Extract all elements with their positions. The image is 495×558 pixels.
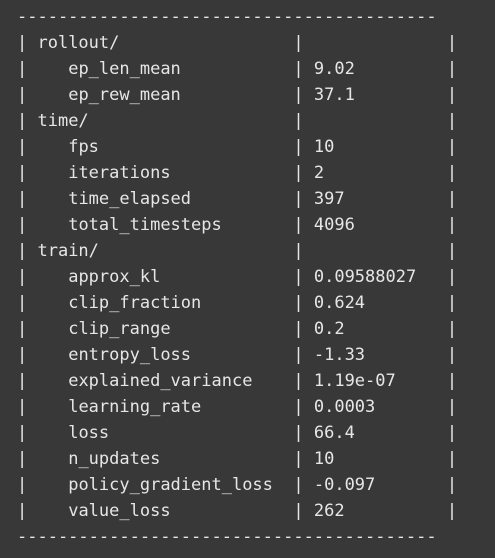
metric-value: 0.09588027 <box>313 267 417 287</box>
metric-key: n_updates <box>68 449 161 469</box>
metric-value: -0.097 <box>313 475 376 495</box>
metric-key: value_loss <box>68 501 171 521</box>
section-header-row: | rollout/ | | <box>17 33 458 53</box>
metric-key: clip_range <box>68 319 171 339</box>
metric-value: 2 <box>313 163 325 183</box>
metric-key: loss <box>68 423 110 443</box>
metric-row: | n_updates | 10 | <box>17 449 458 469</box>
metric-row: | total_timesteps | 4096 | <box>17 215 458 235</box>
metric-value: 0.0003 <box>313 397 376 417</box>
section-header-row: | time/ | | <box>17 111 458 131</box>
metric-value: 0.2 <box>313 319 345 339</box>
metric-key: entropy_loss <box>68 345 192 365</box>
metric-row: | ep_len_mean | 9.02 | <box>17 59 458 79</box>
metric-key: clip_fraction <box>68 293 202 313</box>
metric-key: iterations <box>68 163 171 183</box>
metric-key: total_timesteps <box>68 215 222 235</box>
section-header-row: | train/ | | <box>17 241 458 261</box>
metric-key: explained_variance <box>68 371 253 391</box>
metric-value: 262 <box>313 501 345 521</box>
top-border: ----------------------------------------… <box>17 7 437 27</box>
metric-value: 37.1 <box>313 85 355 105</box>
metric-value: 66.4 <box>313 423 355 443</box>
metric-row: | explained_variance | 1.19e-07 | <box>17 371 458 391</box>
metric-value: 10 <box>313 449 335 469</box>
metric-key: learning_rate <box>68 397 202 417</box>
metric-value: 4096 <box>313 215 355 235</box>
metric-value: 9.02 <box>313 59 355 79</box>
metric-value: 1.19e-07 <box>313 371 396 391</box>
section-title: time/ <box>37 111 89 131</box>
metric-value: 10 <box>313 137 335 157</box>
section-title: rollout/ <box>37 33 120 53</box>
metric-key: ep_rew_mean <box>68 85 181 105</box>
metric-value: 0.624 <box>313 293 366 313</box>
metric-row: | clip_range | 0.2 | <box>17 319 458 339</box>
metric-row: | ep_rew_mean | 37.1 | <box>17 85 458 105</box>
metric-row: | time_elapsed | 397 | <box>17 189 458 209</box>
metric-key: approx_kl <box>68 267 161 287</box>
section-title: train/ <box>37 241 99 261</box>
metric-value: 397 <box>313 189 345 209</box>
metric-row: | clip_fraction | 0.624 | <box>17 293 458 313</box>
metric-row: | entropy_loss | -1.33 | <box>17 345 458 365</box>
metric-row: | policy_gradient_loss | -0.097 | <box>17 475 458 495</box>
training-log-table: ----------------------------------------… <box>17 4 457 550</box>
metric-key: ep_len_mean <box>68 59 181 79</box>
metric-value: -1.33 <box>313 345 366 365</box>
metric-row: | learning_rate | 0.0003 | <box>17 397 458 417</box>
bottom-border: ----------------------------------------… <box>17 527 437 547</box>
metric-key: time_elapsed <box>68 189 192 209</box>
metric-row: | fps | 10 | <box>17 137 458 157</box>
metric-row: | iterations | 2 | <box>17 163 458 183</box>
metric-row: | loss | 66.4 | <box>17 423 458 443</box>
metric-key: fps <box>68 137 99 157</box>
metric-row: | approx_kl | 0.09588027 | <box>17 267 458 287</box>
metric-key: policy_gradient_loss <box>68 475 273 495</box>
metric-row: | value_loss | 262 | <box>17 501 458 521</box>
